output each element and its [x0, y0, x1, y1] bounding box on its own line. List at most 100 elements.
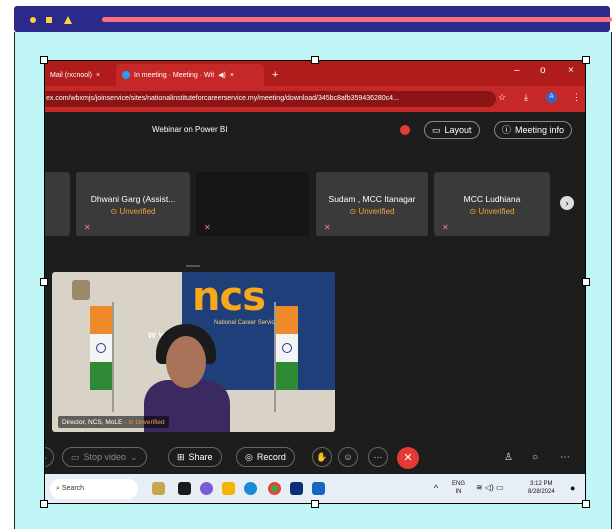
active-speaker-video[interactable]: ncs National Career Service w v.in Direc… — [52, 272, 335, 432]
participant-name: Sudam , MCC Itanagar — [328, 194, 416, 204]
webex-icon — [122, 71, 130, 79]
close-window-button[interactable]: × — [568, 65, 574, 76]
resize-handle-bottom[interactable] — [311, 500, 319, 508]
wifi-icon[interactable]: ≋ ◁) ▭ — [476, 484, 504, 492]
resize-grip[interactable] — [186, 265, 200, 267]
clock[interactable]: 3:12 PM 8/28/2024 — [528, 480, 555, 496]
info-icon: ⓘ — [502, 125, 512, 135]
unverified-badge: ⊙ Unverified — [128, 419, 165, 426]
resize-handle-top-left[interactable] — [40, 56, 48, 64]
more-options-button[interactable]: ⋯ — [368, 447, 388, 467]
chevron-right-icon[interactable]: › — [560, 196, 574, 210]
resize-handle-left[interactable] — [40, 278, 48, 286]
close-icon[interactable]: × — [230, 72, 234, 79]
speaker-name: Director, NCS, MoLE — [62, 419, 123, 426]
screenshot-image[interactable]: Mail (rxcnool) × In meeting · Meeting · … — [44, 60, 586, 504]
muted-mic-icon: ✕ — [442, 223, 449, 232]
india-flag-right — [276, 306, 298, 390]
layout-label: Layout — [444, 125, 472, 135]
participants-icon[interactable]: ♙ — [504, 452, 513, 463]
reactions-button[interactable]: ☺ — [338, 447, 358, 467]
taskbar-search-field[interactable]: ⌕ Search — [50, 479, 138, 499]
speaker-face — [166, 336, 206, 388]
language-indicator[interactable]: ENG IN — [452, 480, 465, 496]
resize-handle-right[interactable] — [582, 278, 590, 286]
ncs-logo: ncs — [192, 274, 266, 320]
copilot-icon[interactable] — [200, 482, 213, 495]
record-label: Record — [256, 452, 286, 462]
participant-name: MCC Ludhiana — [463, 194, 521, 204]
minimize-button[interactable]: – — [514, 65, 520, 76]
task-view-icon[interactable] — [178, 482, 191, 495]
stop-video-button[interactable]: ▭ Stop video ⌄ — [62, 447, 147, 467]
share-button[interactable]: ⊞ Share — [168, 447, 222, 467]
meeting-info-button[interactable]: ⓘ Meeting info — [494, 121, 573, 139]
speaker-name-label: Director, NCS, MoLE · ⊙ Unverified — [58, 416, 169, 428]
share-label: Share — [188, 452, 213, 462]
participant-name: Dhwani Garg (Assist... — [90, 194, 176, 204]
browser-tab-mail[interactable]: Mail (rxcnool) × — [44, 64, 114, 86]
record-button[interactable]: ◎ Record — [236, 447, 295, 467]
speaker-icon: ◀) — [218, 72, 226, 79]
india-flag-left — [90, 306, 112, 390]
url-field[interactable]: ex.com/wbxmjs/joinservice/sites/national… — [44, 91, 496, 107]
store-icon[interactable] — [312, 482, 325, 495]
video-camera-icon: ▭ — [71, 452, 80, 462]
resize-handle-bottom-left[interactable] — [40, 500, 48, 508]
participant-tile[interactable]: MCC Ludhiana ⊙ Unverified ✕ — [434, 172, 550, 236]
chevron-down-icon: ⌄ — [130, 452, 138, 462]
app-icon[interactable] — [290, 482, 303, 495]
browser-address-bar: ex.com/wbxmjs/joinservice/sites/national… — [44, 86, 586, 112]
edge-icon[interactable] — [244, 482, 257, 495]
participant-tile[interactable] — [44, 172, 70, 236]
more-panels-icon[interactable]: ⋯ — [560, 452, 570, 463]
notification-bell-icon[interactable]: ● — [570, 484, 575, 493]
audio-options-button[interactable]: ⌄ — [44, 447, 54, 467]
star-icon[interactable]: ☆ — [498, 92, 506, 103]
new-tab-button[interactable]: + — [266, 64, 286, 86]
participant-tile[interactable]: Sudam , MCC Itanagar ⊙ Unverified ✕ — [316, 172, 428, 236]
resize-handle-bottom-right[interactable] — [582, 500, 590, 508]
triangle-icon — [64, 16, 72, 24]
search-icon: ⌕ — [56, 485, 60, 492]
title-bar-line — [102, 17, 612, 22]
muted-mic-icon: ✕ — [324, 223, 331, 232]
profile-avatar[interactable]: A — [546, 92, 557, 103]
circle-icon — [30, 17, 36, 23]
meeting-title: Webinar on Power BI — [152, 125, 228, 134]
chevron-up-icon[interactable]: ^ — [434, 484, 438, 493]
chrome-icon[interactable] — [268, 482, 281, 495]
file-explorer-icon[interactable] — [222, 482, 235, 495]
participant-tile[interactable]: ✕ — [196, 172, 310, 236]
maximize-button[interactable]: o — [540, 65, 546, 76]
record-icon: ◎ — [245, 452, 253, 462]
chat-icon[interactable]: ○ — [532, 452, 538, 463]
meeting-header: Webinar on Power BI ▭ Layout ⓘ Meeting i… — [44, 112, 586, 148]
browser-tab-meeting[interactable]: In meeting · Meeting · Wit ◀) × — [116, 64, 264, 86]
muted-mic-icon: ✕ — [204, 223, 211, 232]
editor-top-bar — [14, 6, 612, 32]
close-icon[interactable]: × — [96, 72, 100, 79]
emblem-icon — [72, 280, 90, 300]
unverified-badge: ⊙ Unverified — [469, 207, 515, 216]
flag-pole — [112, 302, 114, 412]
muted-mic-icon: ✕ — [84, 223, 91, 232]
share-icon: ⊞ — [177, 452, 185, 462]
layout-button[interactable]: ▭ Layout — [424, 121, 480, 139]
download-icon[interactable]: ⤓ — [524, 92, 528, 103]
search-placeholder: Search — [61, 485, 85, 492]
end-call-button[interactable]: ✕ — [397, 447, 419, 469]
square-icon — [46, 17, 52, 23]
recording-indicator-icon — [400, 125, 410, 135]
tab-label: Mail (rxcnool) — [50, 71, 93, 79]
unverified-badge: ⊙ Unverified — [349, 207, 395, 216]
raise-hand-button[interactable]: ✋ — [312, 447, 332, 467]
widgets-icon[interactable] — [152, 482, 165, 495]
menu-icon[interactable]: ⋮ — [572, 92, 581, 103]
resize-handle-top[interactable] — [311, 56, 319, 64]
tab-label: In meeting · Meeting · Wit — [134, 71, 215, 79]
resize-handle-top-right[interactable] — [582, 56, 590, 64]
meeting-info-label: Meeting info — [515, 125, 565, 135]
ncs-logo-subtitle: National Career Service — [214, 320, 278, 326]
participant-tile[interactable]: Dhwani Garg (Assist... ⊙ Unverified ✕ — [76, 172, 190, 236]
